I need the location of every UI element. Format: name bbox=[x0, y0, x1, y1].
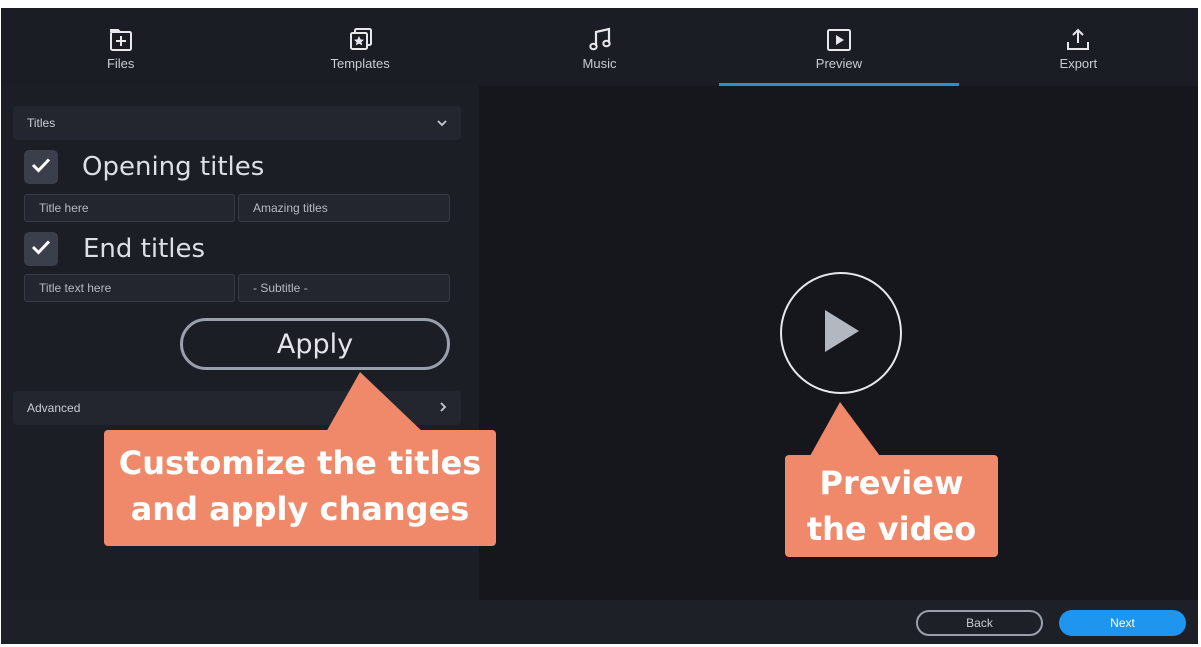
opening-titles-label: Opening titles bbox=[82, 152, 265, 182]
files-icon bbox=[107, 26, 135, 54]
preview-icon bbox=[825, 26, 853, 54]
tab-preview-label: Preview bbox=[815, 56, 863, 71]
advanced-section-label: Advanced bbox=[27, 401, 81, 415]
templates-icon bbox=[346, 26, 374, 54]
bottom-bar: Back Next bbox=[1, 600, 1198, 644]
preview-callout-line2: the video bbox=[806, 510, 977, 548]
titles-section-header[interactable]: Titles bbox=[13, 106, 461, 140]
titles-section-label: Titles bbox=[27, 116, 56, 130]
tab-templates[interactable]: Templates bbox=[240, 8, 479, 86]
chevron-down-icon bbox=[437, 116, 447, 130]
apply-button[interactable]: Apply bbox=[180, 318, 450, 370]
tab-export-label: Export bbox=[1059, 56, 1098, 71]
chevron-right-icon bbox=[439, 401, 447, 415]
end-title-field[interactable]: Title text here bbox=[24, 274, 235, 302]
tab-files-label: Files bbox=[106, 56, 135, 71]
checkmark-icon bbox=[31, 157, 51, 178]
tab-music-label: Music bbox=[582, 56, 617, 71]
play-icon bbox=[821, 308, 861, 359]
music-icon bbox=[586, 26, 614, 54]
tab-templates-label: Templates bbox=[330, 56, 390, 71]
opening-titles-checkbox[interactable] bbox=[24, 150, 58, 184]
top-navigation: Files Templates Music Preview Export bbox=[1, 8, 1198, 86]
tab-export[interactable]: Export bbox=[959, 8, 1198, 86]
customize-callout-line2: and apply changes bbox=[130, 490, 470, 528]
tab-preview[interactable]: Preview bbox=[719, 8, 960, 86]
preview-video-callout: Preview the video bbox=[785, 455, 998, 557]
end-subtitle-field[interactable]: - Subtitle - bbox=[238, 274, 450, 302]
play-button[interactable] bbox=[780, 272, 902, 394]
opening-title-field[interactable]: Title here bbox=[24, 194, 235, 222]
back-button[interactable]: Back bbox=[916, 610, 1043, 636]
customize-titles-callout: Customize the titles and apply changes bbox=[104, 430, 496, 546]
opening-subtitle-field[interactable]: Amazing titles bbox=[238, 194, 450, 222]
preview-callout-line1: Preview bbox=[819, 464, 964, 502]
callout-pointer-customize bbox=[325, 372, 425, 434]
checkmark-icon bbox=[31, 239, 51, 260]
callout-pointer-preview bbox=[810, 402, 880, 456]
export-icon bbox=[1064, 26, 1092, 54]
tab-files[interactable]: Files bbox=[1, 8, 240, 86]
end-titles-checkbox[interactable] bbox=[24, 232, 58, 266]
customize-callout-line1: Customize the titles bbox=[118, 444, 482, 482]
app-window: Files Templates Music Preview Export Tit… bbox=[1, 8, 1198, 644]
end-titles-label: End titles bbox=[83, 234, 206, 264]
tab-music[interactable]: Music bbox=[480, 8, 719, 86]
next-button[interactable]: Next bbox=[1059, 610, 1186, 636]
